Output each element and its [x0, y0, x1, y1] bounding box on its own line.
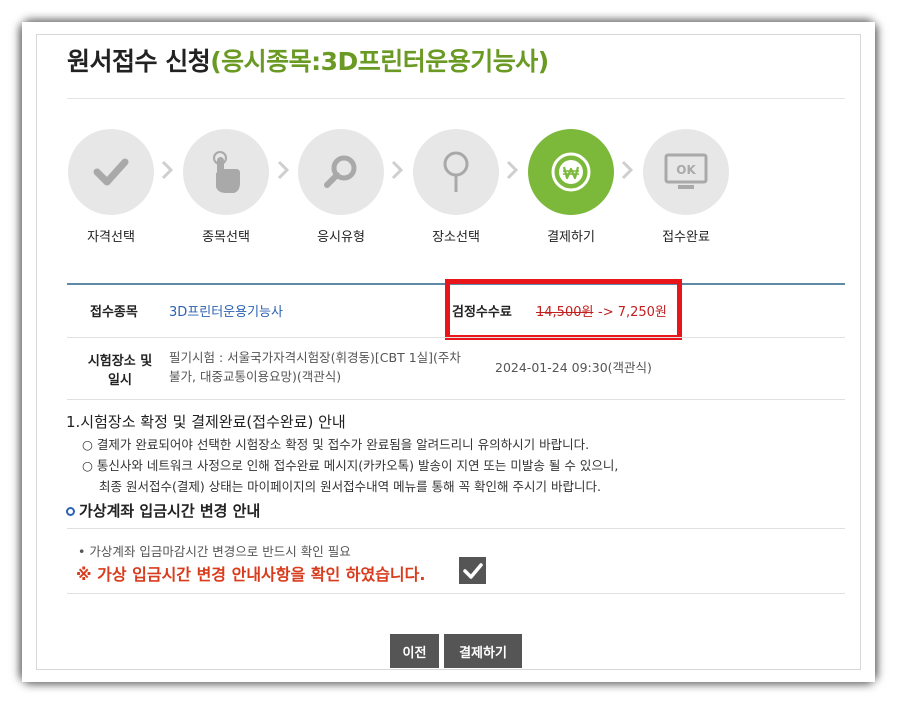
fee-discounted: -> 7,250원: [598, 305, 667, 320]
step-label: 접수완료: [662, 230, 710, 245]
virtual-account-title: 가상계좌 입금시간 변경 안내: [66, 500, 260, 521]
hand-pointer-icon: [213, 151, 240, 193]
place-label-line2: 일시: [108, 373, 132, 388]
step-location: 장소선택: [411, 129, 501, 245]
step-label: 응시유형: [317, 230, 365, 245]
place-label-line1: 시험장소 및: [87, 354, 153, 369]
check-icon: [93, 158, 129, 186]
notice-line-3: 최종 원서접수(결제) 상태는 마이페이지의 원서접수내역 메뉴를 통해 꼭 확…: [99, 479, 601, 494]
step-circle: [413, 129, 499, 215]
step-circle-active: [528, 129, 614, 215]
won-coin-icon: [551, 152, 591, 192]
ok-monitor-icon: OK: [664, 153, 708, 189]
subject-value: 3D프린터운용기능사: [169, 305, 283, 320]
map-pin-icon: [443, 151, 469, 192]
fee-label: 검정수수료: [452, 305, 512, 320]
chevron-right-icon: [391, 160, 404, 180]
row-divider: [67, 593, 845, 594]
check-icon: [462, 562, 483, 579]
pay-button[interactable]: 결제하기: [444, 634, 522, 668]
step-label: 종목선택: [202, 230, 250, 245]
step-label: 자격선택: [87, 230, 135, 245]
step-complete: OK 접수완료: [641, 129, 731, 245]
step-qualification: 자격선택: [66, 129, 156, 245]
chevron-right-icon: [161, 160, 174, 180]
notice-title: 1.시험장소 확정 및 결제완료(접수완료) 안내: [66, 413, 346, 431]
page-title-main: 원서접수 신청: [67, 47, 211, 76]
step-circle: OK: [643, 129, 729, 215]
svg-text:OK: OK: [676, 163, 696, 177]
confirm-checkbox[interactable]: [459, 557, 486, 584]
chevron-right-icon: [277, 160, 290, 180]
virtual-account-bullet: • 가상계좌 입금마감시간 변경으로 반드시 확인 필요: [78, 544, 351, 559]
chevron-right-icon: [506, 160, 519, 180]
page-title: 원서접수 신청(응시종목:3D프린터운용기능사): [67, 42, 549, 78]
row-divider: [67, 399, 845, 400]
place-label: 시험장소 및 일시: [80, 350, 160, 388]
step-payment: 결제하기: [526, 129, 616, 245]
place-value-line1: 필기시험 : 서울국가자격시험장(휘경동)[CBT 1실](주차: [169, 350, 461, 365]
prev-button[interactable]: 이전: [390, 634, 439, 668]
circle-bullet-icon: [66, 507, 75, 516]
chevron-right-icon: [621, 160, 634, 180]
row-divider: [67, 337, 845, 338]
fee-original: 14,500원: [536, 305, 594, 320]
exam-datetime: 2024-01-24 09:30(객관식): [495, 360, 652, 375]
step-label: 결제하기: [547, 230, 595, 245]
subject-label: 접수종목: [90, 305, 138, 320]
notice-line-2: ○ 통신사와 네트워크 사정으로 인해 접수완료 메시지(카카오톡) 발송이 지…: [82, 458, 619, 473]
step-circle: [68, 129, 154, 215]
step-subject: 종목선택: [181, 129, 271, 245]
magnifier-icon: [324, 155, 357, 188]
virtual-account-title-text: 가상계좌 입금시간 변경 안내: [79, 502, 261, 520]
virtual-account-confirm-text: ※ 가상 입금시간 변경 안내사항을 확인 하였습니다.: [76, 565, 426, 584]
step-circle: [183, 129, 269, 215]
step-label: 장소선택: [432, 230, 480, 245]
row-divider: [67, 528, 845, 529]
place-value-line2: 불가, 대중교통이용요망)(객관식): [169, 369, 342, 384]
page-title-subject: (응시종목:3D프린터운용기능사): [210, 47, 549, 76]
step-circle: [298, 129, 384, 215]
notice-line-1: ○ 결제가 완료되어야 선택한 시험장소 확정 및 접수가 완료됨을 알려드리니…: [82, 437, 590, 452]
step-exam-type: 응시유형: [296, 129, 386, 245]
place-value: 필기시험 : 서울국가자격시험장(휘경동)[CBT 1실](주차 불가, 대중교…: [169, 348, 461, 386]
title-divider: [67, 98, 845, 99]
